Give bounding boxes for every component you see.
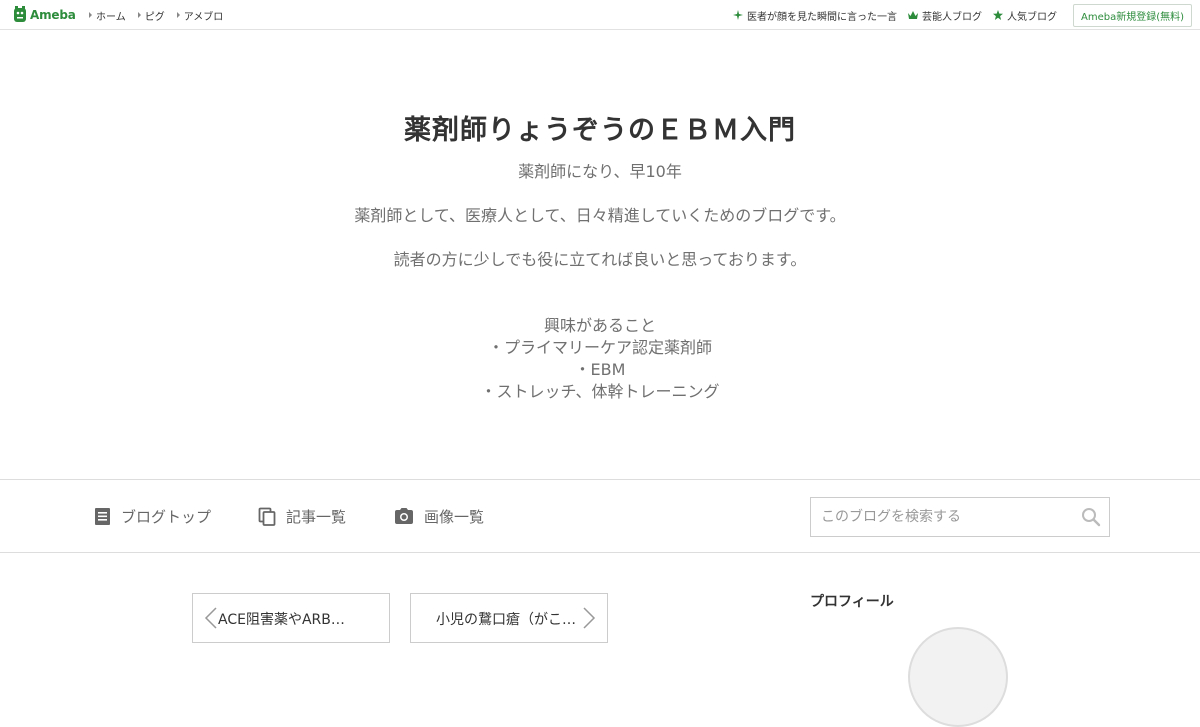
blog-title[interactable]: 薬剤師りょうぞうのＥＢＭ入門 [0, 108, 1200, 147]
link-celebrity-label: 芸能人ブログ [921, 11, 982, 23]
prev-entry-link[interactable]: ACE阻害薬やARBは… [192, 593, 390, 643]
crown-icon [907, 11, 918, 19]
blog-header: 薬剤師りょうぞうのＥＢＭ入門 薬剤師になり、早10年 薬剤師として、医療人として… [0, 30, 1200, 479]
blog-nav-entry-list-label: 記事一覧 [286, 507, 347, 526]
blog-nav-bar: ブログトップ 記事一覧 画像一覧 [0, 479, 1200, 553]
blog-description-line: ・プライマリーケア認定薬剤師 [487, 338, 712, 357]
global-right-links: 医者が顔を見た瞬間に言った一言 芸能人ブログ 人気ブログ Ameba新規登録(無… [732, 0, 1192, 30]
nav-ameblo-label: アメブロ [183, 11, 224, 23]
blog-description-line: 読者の方に少しでも役に立てれば良いと思っております。 [393, 250, 807, 269]
blog-nav-image-list[interactable]: 画像一覧 [394, 506, 484, 526]
logo-text: Ameba [30, 7, 76, 22]
profile-heading: プロフィール [810, 594, 894, 610]
nav-home[interactable]: ホーム [89, 8, 126, 23]
document-icon [95, 507, 110, 525]
blog-nav-top[interactable]: ブログトップ [94, 506, 211, 526]
blog-description-line: ・ストレッチ、体幹トレーニング [480, 382, 720, 401]
chevron-right-icon [583, 607, 596, 629]
blog-description-line: 薬剤師になり、早10年 [518, 162, 682, 181]
blog-search-box [810, 497, 1110, 537]
link-popular-blog[interactable]: 人気ブログ [992, 8, 1057, 23]
nav-pigg-label: ピグ [144, 11, 165, 23]
caret-right-icon [89, 12, 92, 18]
prev-entry-title: ACE阻害薬やARBは… [218, 612, 358, 628]
link-trending[interactable]: 医者が顔を見た瞬間に言った一言 [732, 8, 897, 23]
next-entry-link[interactable]: 小児の鵞口瘡（がこ… [410, 593, 608, 643]
nav-pigg[interactable]: ピグ [137, 8, 165, 23]
caret-right-icon [137, 12, 141, 18]
blog-description-line: ・EBM [574, 360, 626, 379]
global-header: Ameba ホーム ピグ アメブロ 医者が顔を見た瞬間に言った一言 芸能人ブログ [0, 0, 1200, 30]
global-nav: ホーム ピグ アメブロ [89, 0, 235, 30]
caret-right-icon [176, 12, 180, 18]
search-icon[interactable] [1081, 507, 1101, 527]
blog-description-line: 薬剤師として、医療人として、日々精進していくためのブログです。 [354, 206, 846, 225]
next-entry-title: 小児の鵞口瘡（がこ… [436, 612, 576, 628]
blog-description-line: 興味があること [543, 316, 656, 335]
chevron-left-icon [204, 607, 217, 629]
link-celebrity-blog[interactable]: 芸能人ブログ [907, 8, 982, 23]
link-trending-label: 医者が顔を見た瞬間に言った一言 [746, 11, 897, 23]
blog-nav-top-label: ブログトップ [121, 507, 212, 526]
copy-icon [258, 507, 276, 526]
sparkle-icon [732, 10, 743, 20]
blog-nav-entry-list[interactable]: 記事一覧 [258, 506, 346, 526]
star-icon [992, 10, 1003, 20]
signup-button[interactable]: Ameba新規登録(無料) [1072, 3, 1192, 27]
link-popular-label: 人気ブログ [1006, 11, 1057, 23]
profile-avatar[interactable] [908, 627, 1008, 727]
nav-ameblo[interactable]: アメブロ [176, 8, 224, 23]
nav-home-label: ホーム [96, 11, 126, 23]
blog-nav-image-list-label: 画像一覧 [424, 507, 485, 526]
ameba-logo[interactable]: Ameba [13, 6, 76, 23]
ameba-mascot-icon [14, 6, 26, 22]
camera-icon [395, 508, 413, 524]
blog-search-input[interactable] [811, 498, 1071, 536]
